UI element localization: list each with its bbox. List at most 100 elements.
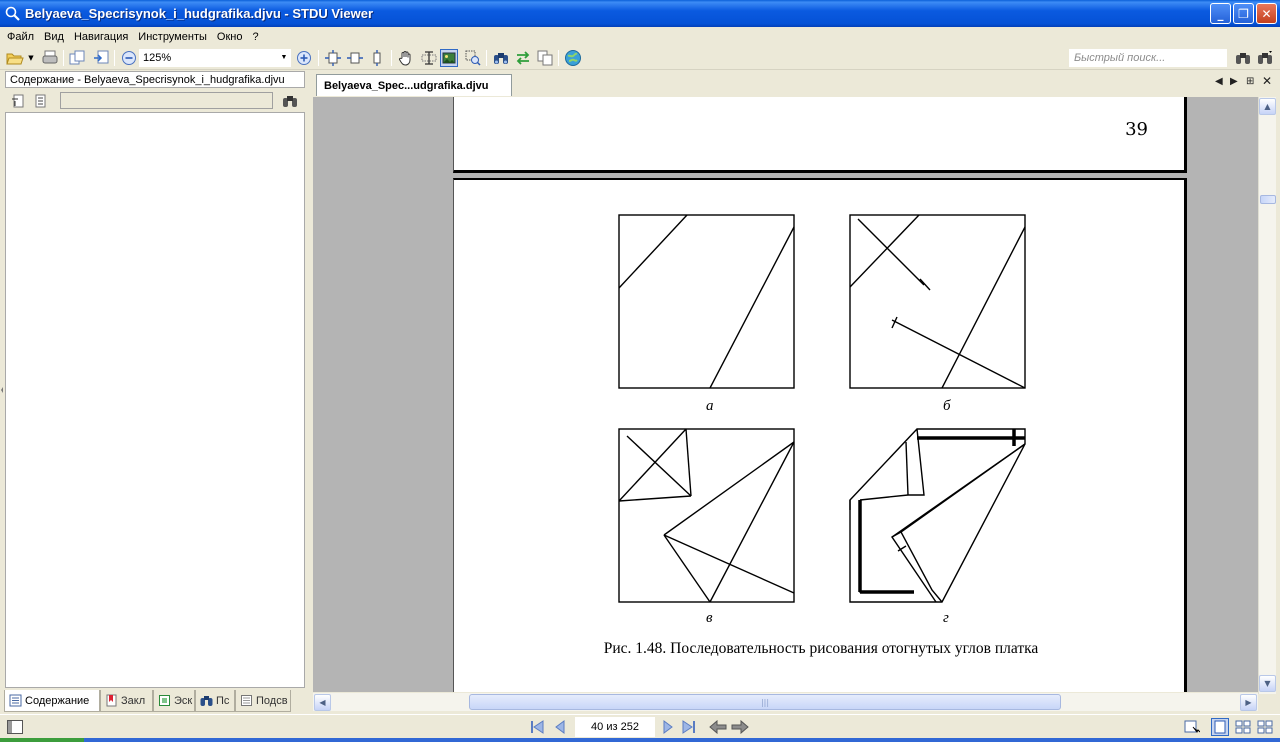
fit-width-icon[interactable] [346, 49, 364, 67]
thumbnail-icon [159, 695, 170, 706]
page-39: 39 [453, 97, 1187, 173]
figure-c-square [618, 428, 795, 603]
hand-tool-icon[interactable] [397, 49, 415, 67]
tab-search[interactable]: Пс [195, 690, 235, 712]
scroll-down-icon[interactable]: ▼ [1259, 675, 1276, 692]
tab-scroll-left-icon[interactable]: ◀ [1215, 76, 1223, 87]
back-icon[interactable] [709, 718, 727, 736]
single-page-view-icon[interactable] [1211, 718, 1229, 736]
open-folder-icon[interactable] [6, 49, 24, 67]
close-button[interactable]: ✕ [1256, 3, 1277, 24]
figure-label-d: г [943, 610, 949, 626]
close-tab-icon[interactable]: ✕ [1262, 74, 1272, 88]
menu-view[interactable]: Вид [39, 31, 69, 43]
figure-d-square [849, 428, 1026, 603]
menu-navigation[interactable]: Навигация [69, 31, 133, 43]
last-page-icon[interactable] [680, 718, 698, 736]
forward-icon[interactable] [731, 718, 749, 736]
bookmark-icon [106, 694, 117, 707]
snapshot-zoom-icon[interactable] [464, 49, 482, 67]
contents-search-icon[interactable] [281, 92, 299, 110]
web-update-icon[interactable] [564, 49, 582, 67]
page-number-field[interactable]: 40 из 252 [575, 717, 655, 737]
find-binoculars-icon[interactable] [492, 49, 510, 67]
tab-contents-label: Содержание [25, 694, 90, 707]
first-page-icon[interactable] [528, 718, 546, 736]
menu-tools[interactable]: Инструменты [133, 31, 212, 43]
figure-caption: Рис. 1.48. Последовательность рисования … [603, 640, 1039, 657]
menu-window[interactable]: Окно [212, 31, 248, 43]
tab-bookmarks-label: Закл [121, 694, 146, 707]
tab-bookmarks[interactable]: Закл [100, 690, 153, 712]
document-tab[interactable]: Belyaeva_Spec...udgrafika.djvu [316, 74, 512, 96]
contents-search-input[interactable] [60, 92, 273, 109]
fit-height-icon[interactable] [368, 49, 386, 67]
open-dropdown-icon[interactable]: ▼ [26, 49, 36, 67]
vertical-scrollbar[interactable]: ▲ ▼ [1258, 97, 1276, 694]
figure-b-square [849, 214, 1026, 389]
quick-search-input[interactable]: Быстрый поиск... [1069, 49, 1227, 67]
figure-1-48 [618, 214, 1026, 603]
tab-thumbnails[interactable]: Эск [153, 690, 195, 712]
copy-page-icon[interactable] [68, 49, 86, 67]
search-icon [200, 696, 213, 706]
menu-help[interactable]: ? [247, 31, 263, 43]
toggle-panel-icon[interactable] [6, 718, 24, 736]
toolbar: ▼ 125% ▼ Быстрый поиск... [0, 46, 1280, 70]
tab-scroll-right-icon[interactable]: ▶ [1230, 76, 1238, 87]
taskbar-edge [0, 738, 1280, 742]
print-icon[interactable] [41, 49, 59, 67]
minimize-button[interactable]: _ [1210, 3, 1231, 24]
continuous-view-icon[interactable] [1256, 718, 1274, 736]
figure-label-c: в [706, 610, 713, 626]
expand-all-icon[interactable] [10, 92, 28, 110]
search-options-icon[interactable] [1256, 49, 1274, 67]
tab-highlights[interactable]: Подсв [235, 690, 291, 712]
menu-bar: Файл Вид Навигация Инструменты Окно ? [0, 27, 1280, 46]
two-page-view-icon[interactable] [1234, 718, 1252, 736]
window-title: Belyaeva_Specrisynok_i_hudgrafika.djvu -… [25, 6, 374, 21]
maximize-button[interactable]: ❐ [1233, 3, 1254, 24]
chevron-down-icon[interactable]: ▼ [278, 50, 290, 65]
tab-contents[interactable]: Содержание [4, 690, 100, 712]
previous-page-icon[interactable] [551, 718, 569, 736]
tab-thumbnails-label: Эск [174, 694, 193, 707]
contents-icon [9, 694, 22, 707]
panel-tabs: Содержание Закл Эск Пс Подсв [4, 690, 307, 712]
view-options-icon[interactable] [1183, 718, 1201, 736]
fit-page-icon[interactable] [324, 49, 342, 67]
scroll-left-icon[interactable]: ◀ [314, 694, 331, 711]
tab-highlights-label: Подсв [256, 694, 288, 707]
search-binoculars-icon[interactable] [1234, 49, 1252, 67]
tab-list-icon[interactable]: ⊞ [1246, 76, 1254, 87]
panel-header: Содержание - Belyaeva_Specrisynok_i_hudg… [5, 71, 305, 88]
zoom-select[interactable]: 125% ▼ [139, 49, 291, 67]
menu-file[interactable]: Файл [2, 31, 39, 43]
vertical-scroll-thumb[interactable] [1260, 195, 1276, 204]
contents-panel: Содержание - Belyaeva_Specrisynok_i_hudg… [4, 70, 307, 714]
document-tabbar: Belyaeva_Spec...udgrafika.djvu ◀ ▶ ⊞ ✕ [312, 72, 1280, 96]
scroll-right-icon[interactable]: ▶ [1240, 694, 1257, 711]
document-viewport[interactable]: 39 а б в г Рис. 1.48. Последовательность… [313, 97, 1258, 692]
printed-page-number: 39 [1125, 119, 1148, 140]
zoom-value: 125% [143, 52, 172, 64]
figure-label-b: б [943, 398, 951, 414]
contents-tree[interactable] [5, 112, 305, 688]
zoom-out-icon[interactable] [120, 49, 138, 67]
figure-a-square [618, 214, 795, 389]
figure-label-a: а [706, 398, 714, 414]
page-40: а б в г Рис. 1.48. Последовательность ри… [453, 178, 1187, 692]
horizontal-scrollbar[interactable]: ◀ ||| ▶ [313, 693, 1258, 711]
image-select-icon[interactable] [440, 49, 458, 67]
horizontal-scroll-thumb[interactable]: ||| [469, 694, 1061, 710]
tab-search-label: Пс [216, 694, 230, 707]
copy-icon[interactable] [536, 49, 554, 67]
title-bar: Belyaeva_Specrisynok_i_hudgrafika.djvu -… [0, 0, 1280, 27]
scroll-up-icon[interactable]: ▲ [1259, 98, 1276, 115]
export-page-icon[interactable] [92, 49, 110, 67]
text-select-icon[interactable] [420, 49, 438, 67]
swap-arrows-icon[interactable] [514, 49, 532, 67]
collapse-all-icon[interactable] [32, 92, 50, 110]
next-page-icon[interactable] [659, 718, 677, 736]
zoom-in-icon[interactable] [295, 49, 313, 67]
